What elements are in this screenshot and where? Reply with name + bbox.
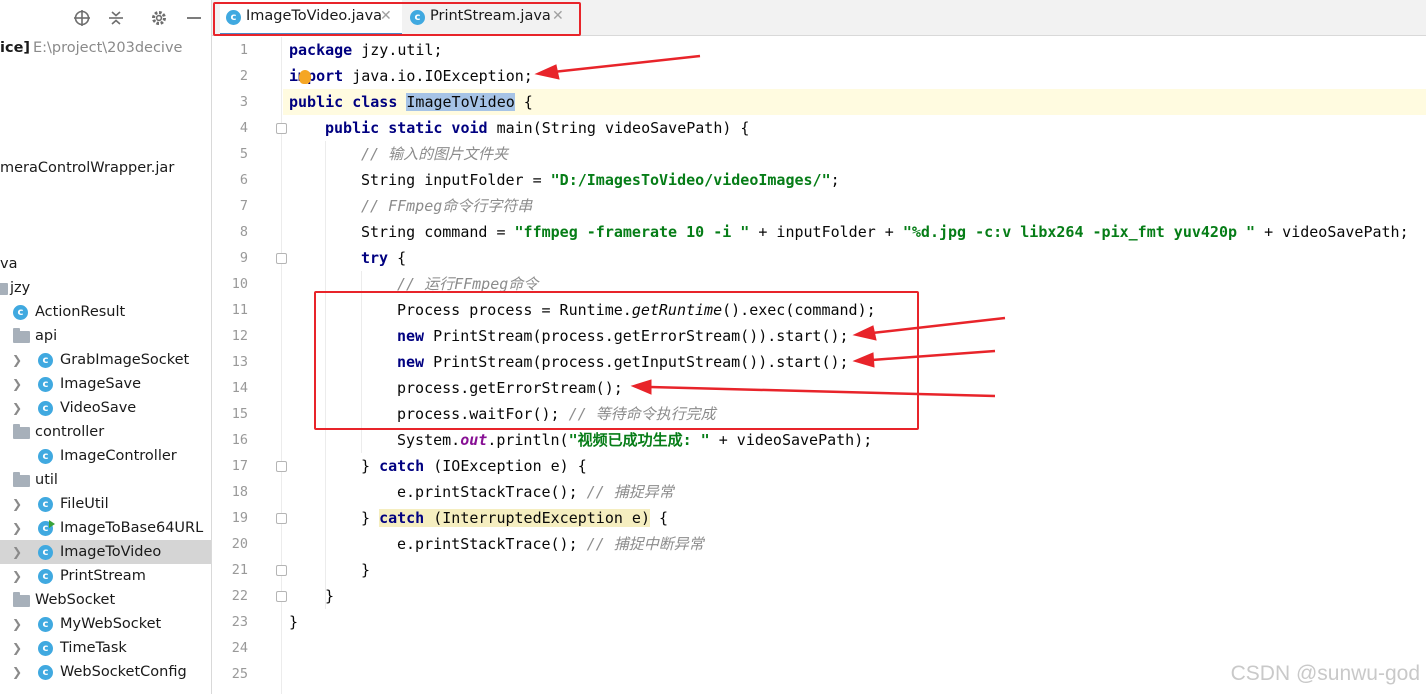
arrow-get-error-stream-line	[630, 379, 996, 398]
watermark: CSDN @sunwu-god	[1230, 662, 1420, 685]
annotation-arrows	[534, 54, 1006, 398]
arrow-error-stream-line	[852, 316, 1006, 341]
arrow-import-line	[534, 54, 701, 80]
arrow-input-stream-line	[852, 349, 996, 368]
